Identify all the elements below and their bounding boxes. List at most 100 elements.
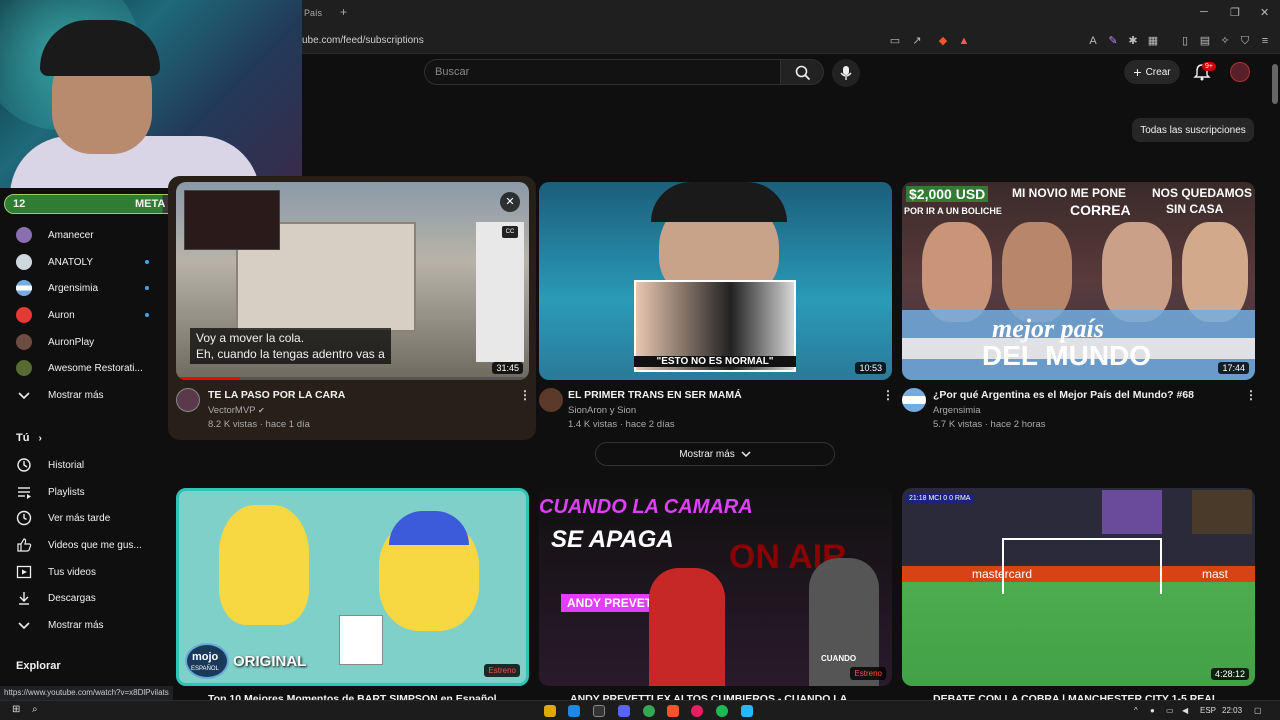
sidebar-channel-amanecer[interactable]: Amanecer	[16, 224, 156, 246]
channel-avatar[interactable]	[539, 388, 563, 412]
vpn-icon[interactable]: ⛉	[1238, 34, 1252, 48]
maximize-icon[interactable]: ❐	[1230, 6, 1240, 19]
video-title[interactable]: EL PRIMER TRANS EN SER MAMÁ	[568, 389, 742, 401]
sidebar-channel-auron[interactable]: Auron	[16, 304, 156, 326]
steam-icon[interactable]	[568, 705, 580, 717]
sidebar-item-label: Ver más tarde	[48, 512, 111, 524]
channel-avatar	[16, 254, 32, 270]
search-input[interactable]: Buscar	[424, 59, 781, 85]
watch-later-icon	[16, 510, 32, 526]
create-button[interactable]: + Crear	[1124, 60, 1180, 84]
taskbar: ⊞ ⌕ ^ ● ▭ ◀ ESP 22:03 ▢	[0, 700, 1280, 720]
new-content-dot	[145, 260, 149, 264]
sidebar-you-header[interactable]: Tú ›	[16, 432, 42, 444]
sidebar-item-liked-videos[interactable]: Videos que me gus...	[16, 534, 156, 556]
file-explorer-icon[interactable]	[544, 705, 556, 717]
video-duration: 4:28:12	[1210, 668, 1249, 680]
brave-shield-icon[interactable]: ◆	[936, 34, 950, 48]
pen-icon[interactable]: ✎	[1106, 34, 1120, 48]
video-thumbnail[interactable]: $2,000 USD POR IR A UN BOLICHE MI NOVIO …	[902, 182, 1255, 380]
more-options-icon[interactable]: ⋮	[519, 388, 531, 402]
account-avatar[interactable]	[1230, 62, 1250, 82]
thumbnail-facecam	[1192, 490, 1252, 534]
video-duration: 17:44	[1218, 362, 1249, 374]
close-window-icon[interactable]: ✕	[1260, 6, 1269, 19]
sidebar-item-watch-later[interactable]: Ver más tarde	[16, 507, 156, 529]
browser-tab-title[interactable]: País	[304, 8, 322, 18]
clock[interactable]: 22:03	[1222, 706, 1242, 715]
sidebar-channel-argensimia[interactable]: Argensimia	[16, 277, 156, 299]
video-duration: 10:53	[855, 362, 886, 374]
goal-current: 12	[13, 198, 26, 210]
sidebar-you-show-more[interactable]: Mostrar más	[16, 614, 156, 636]
channel-name[interactable]: VectorMVP ✔	[208, 405, 265, 416]
sidebar-toggle-icon[interactable]: ▯	[1178, 34, 1192, 48]
thumbnail-person	[649, 568, 725, 686]
close-preview-icon[interactable]: ✕	[500, 192, 520, 212]
channel-name[interactable]: Argensimia	[933, 405, 981, 416]
channel-avatar[interactable]	[176, 388, 200, 412]
share-icon[interactable]: ↗	[910, 34, 924, 48]
mic-tray-icon[interactable]: ●	[1150, 706, 1155, 715]
webcam-overlay	[0, 0, 302, 188]
channel-avatar[interactable]	[902, 388, 926, 412]
show-more-button[interactable]: Mostrar más	[595, 442, 835, 466]
extensions-icon[interactable]: ✱	[1126, 34, 1140, 48]
sidebar-item-your-videos[interactable]: Tus videos	[16, 561, 156, 583]
volume-icon[interactable]: ◀	[1182, 706, 1188, 715]
downloads-icon	[19, 592, 29, 605]
microphone-icon	[840, 66, 852, 80]
language-indicator[interactable]: ESP	[1200, 706, 1216, 715]
taskbar-search-icon[interactable]: ⌕	[32, 704, 38, 715]
sidebar-channel-awesome-restorations[interactable]: Awesome Restorati...	[16, 357, 156, 379]
thumbnail-text: CUANDO	[821, 654, 857, 663]
install-app-icon[interactable]: ▭	[888, 34, 902, 48]
thumbnail-hair	[389, 511, 469, 545]
spotify-icon[interactable]	[716, 705, 728, 717]
video-thumbnail[interactable]: mojo ESPAÑOL ORIGINAL Estreno	[176, 488, 529, 686]
notification-center-icon[interactable]: ▢	[1254, 706, 1262, 715]
all-subscriptions-button[interactable]: Todas las suscripciones	[1132, 118, 1254, 142]
video-title[interactable]: ¿Por qué Argentina es el Mejor País del …	[933, 389, 1194, 401]
brave-icon[interactable]	[667, 705, 679, 717]
url-field[interactable]: ube.com/feed/subscriptions	[302, 35, 424, 46]
new-tab-button[interactable]: +	[340, 5, 347, 19]
sidebar-item-playlists[interactable]: Playlists	[16, 481, 156, 503]
app-icon[interactable]	[741, 705, 753, 717]
windows-start-icon[interactable]: ⊞	[12, 704, 20, 715]
sidebar-channels-show-more[interactable]: Mostrar más	[16, 384, 156, 406]
minimize-icon[interactable]: ─	[1200, 6, 1208, 18]
thumbnail-person	[1182, 222, 1248, 322]
sidebar-item-label: Videos que me gus...	[48, 539, 142, 551]
video-thumbnail[interactable]: 21:18 MCI 0 0 RMA mastercard mast 4:28:1…	[902, 488, 1255, 686]
new-content-dot	[145, 313, 149, 317]
menu-icon[interactable]: ≡	[1258, 34, 1272, 48]
tray-chevron-icon[interactable]: ^	[1134, 706, 1138, 715]
sidebar-channel-anatoly[interactable]: ANATOLY	[16, 251, 156, 273]
cc-button[interactable]: CC	[502, 226, 518, 238]
network-icon[interactable]: ▭	[1166, 706, 1174, 715]
obs-icon[interactable]	[593, 705, 605, 717]
discord-icon[interactable]	[618, 705, 630, 717]
video-thumbnail[interactable]: "ESTO NO ES NORMAL" 10:53	[539, 182, 892, 380]
translate-icon[interactable]: A	[1086, 34, 1100, 48]
wallet-icon[interactable]: ▤	[1198, 34, 1212, 48]
sidebar-item-downloads[interactable]: Descargas	[16, 587, 156, 609]
sidebar-item-history[interactable]: Historial	[16, 454, 156, 476]
chrome-icon[interactable]	[643, 705, 655, 717]
more-options-icon[interactable]: ⋮	[1245, 388, 1257, 402]
more-options-icon[interactable]: ⋮	[882, 388, 894, 402]
video-thumbnail[interactable]: CUANDO LA CAMARA SE APAGA ON AIR ANDY PR…	[539, 488, 892, 686]
voice-search-button[interactable]	[832, 59, 860, 87]
calendar-icon[interactable]: ▦	[1146, 34, 1160, 48]
channel-name[interactable]: SionAron y Sion	[568, 405, 636, 416]
thumbnail-bart	[219, 505, 309, 625]
brave-rewards-icon[interactable]: ▲	[957, 34, 971, 48]
search-button[interactable]	[780, 59, 824, 85]
leo-ai-icon[interactable]: ✧	[1218, 34, 1232, 48]
page-scrollbar[interactable]	[1272, 64, 1278, 104]
app-icon[interactable]	[691, 705, 703, 717]
video-thumbnail[interactable]: ✕ CC Voy a mover la cola. Eh, cuando la …	[176, 182, 529, 380]
video-title[interactable]: TE LA PASO POR LA CARA	[208, 389, 345, 401]
sidebar-channel-auronplay[interactable]: AuronPlay	[16, 331, 156, 353]
